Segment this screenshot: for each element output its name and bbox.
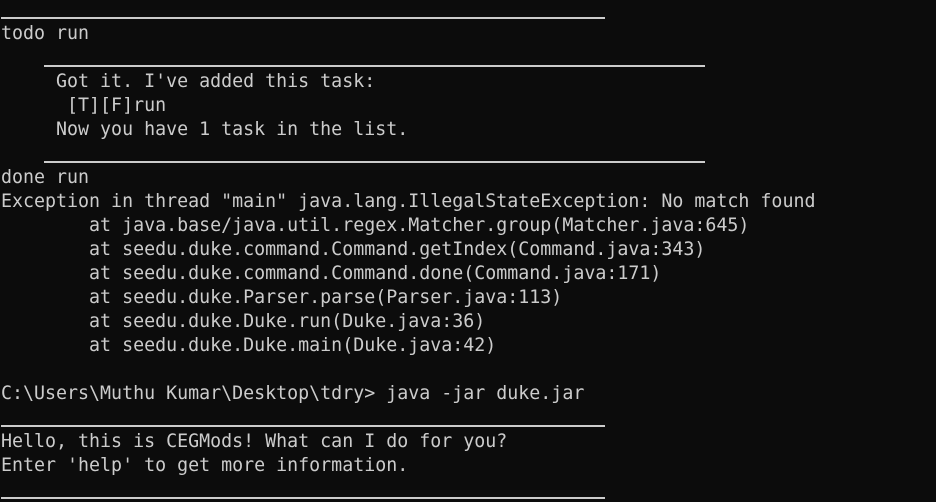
- stack-trace-line: at seedu.duke.command.Command.done(Comma…: [1, 263, 662, 284]
- separator-line: [44, 65, 705, 67]
- stack-trace-line: at seedu.duke.Duke.main(Duke.java:42): [1, 335, 497, 356]
- stack-trace-line: at java.base/java.util.regex.Matcher.gro…: [1, 215, 750, 236]
- output-line: Got it. I've added this task:: [1, 71, 376, 92]
- output-line: [T][F]run: [1, 95, 167, 116]
- prompt-command-line: C:\Users\Muthu Kumar\Desktop\tdry> java …: [1, 383, 585, 404]
- stack-trace-line: at seedu.duke.Duke.run(Duke.java:36): [1, 311, 486, 332]
- user-command-line: todo run: [1, 23, 90, 44]
- separator-line: [1, 17, 605, 19]
- separator-line: [44, 161, 705, 163]
- separator-line: [1, 497, 605, 499]
- stack-trace-line: at seedu.duke.Parser.parse(Parser.java:1…: [1, 287, 563, 308]
- output-line: Hello, this is CEGMods! What can I do fo…: [1, 431, 508, 452]
- stack-trace-line: at seedu.duke.command.Command.getIndex(C…: [1, 239, 706, 260]
- separator-line: [1, 425, 605, 427]
- exception-line: Exception in thread "main" java.lang.Ill…: [1, 191, 816, 212]
- user-command-line: done run: [1, 167, 90, 188]
- output-line: Now you have 1 task in the list.: [1, 119, 409, 140]
- output-line: Enter 'help' to get more information.: [1, 455, 409, 476]
- terminal-window[interactable]: todo run Got it. I've added this task: […: [0, 0, 936, 502]
